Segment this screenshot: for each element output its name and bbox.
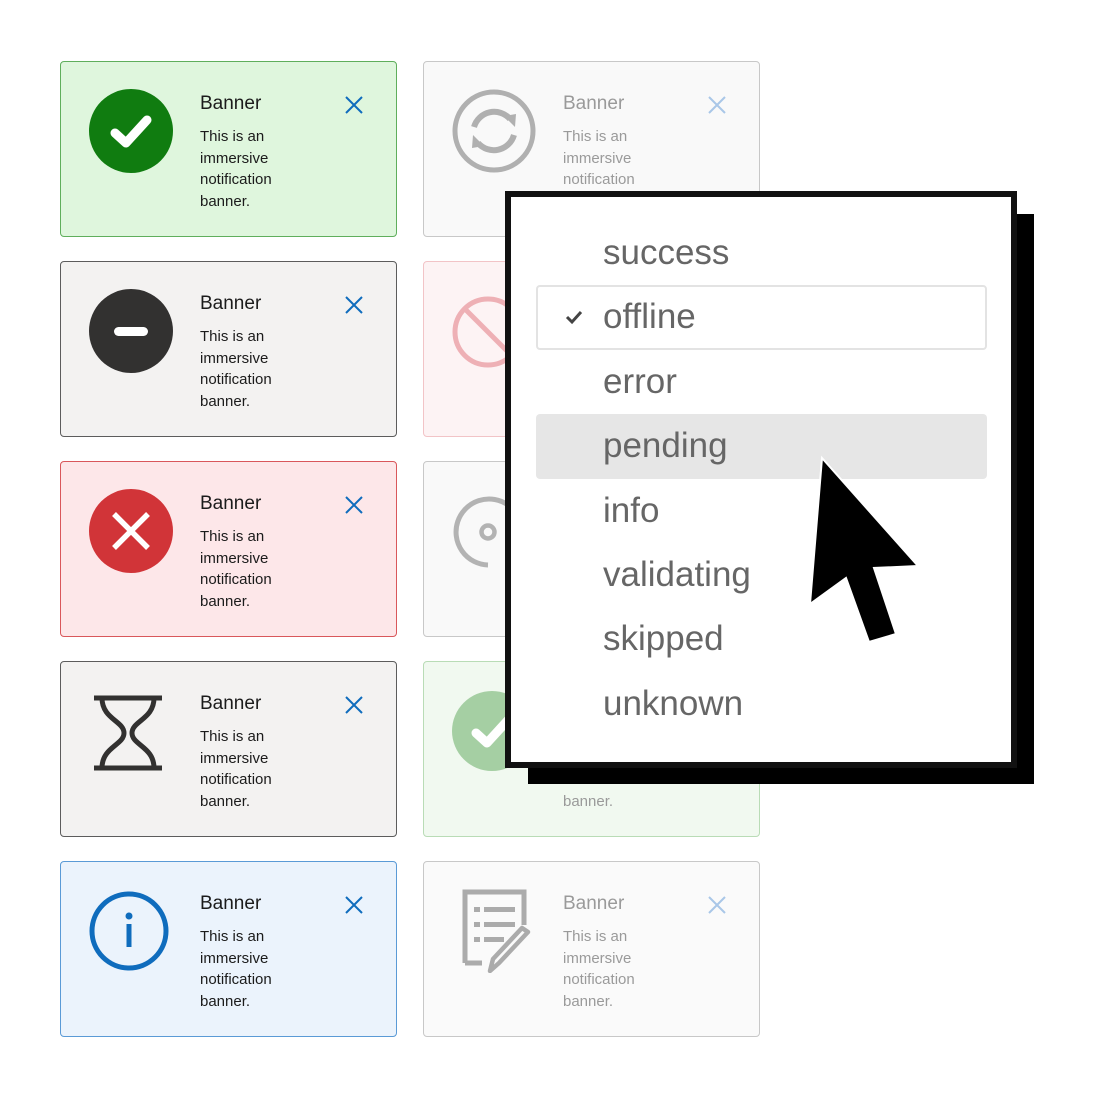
document-edit-icon — [452, 889, 536, 973]
close-icon[interactable] — [344, 95, 364, 115]
banner-info: Banner This is an immersive notification… — [60, 861, 397, 1037]
dropdown-option-success[interactable]: success — [536, 221, 987, 285]
option-label: info — [603, 490, 660, 530]
banner-title: Banner — [563, 893, 625, 914]
checkmark-icon — [565, 309, 583, 325]
hourglass-icon — [89, 689, 173, 773]
close-icon[interactable] — [344, 895, 364, 915]
close-icon[interactable] — [707, 95, 727, 115]
dropdown-option-error[interactable]: error — [536, 350, 987, 414]
dropdown-option-offline[interactable]: offline — [536, 285, 987, 350]
option-label: success — [603, 233, 730, 272]
close-icon[interactable] — [707, 895, 727, 915]
error-circle-icon — [89, 489, 173, 573]
banner-title: Banner — [200, 893, 262, 914]
banner-message: This is an immersive notification banner… — [200, 328, 272, 410]
banner-title: Banner — [200, 93, 262, 114]
info-circle-icon — [89, 889, 173, 973]
banner-offline: Banner This is an immersive notification… — [60, 261, 397, 437]
option-label: offline — [603, 297, 696, 337]
banner-message: This is an immersive notification banner… — [200, 528, 272, 610]
dropdown-option-unknown[interactable]: unknown — [536, 672, 987, 736]
banner-error: Banner This is an immersive notification… — [60, 461, 397, 637]
dropdown-option-validating[interactable]: validating — [536, 543, 987, 607]
dropdown-options: success offline error pending info valid… — [536, 221, 987, 736]
dropdown-option-skipped[interactable]: skipped — [536, 607, 987, 671]
checkmark-circle-icon — [89, 89, 173, 173]
banner-title: Banner — [563, 93, 625, 114]
sync-circle-icon — [452, 89, 536, 173]
option-label: validating — [603, 554, 751, 594]
status-dropdown-menu: success offline error pending info valid… — [505, 191, 1017, 768]
banner-message: This is an immersive notification banner… — [200, 728, 272, 810]
banner-title: Banner — [200, 693, 262, 714]
close-icon[interactable] — [344, 295, 364, 315]
option-label: pending — [603, 426, 728, 466]
option-label: error — [603, 361, 677, 401]
dropdown-option-info[interactable]: info — [536, 479, 987, 543]
close-icon[interactable] — [344, 695, 364, 715]
banner-title: Banner — [200, 293, 262, 314]
option-label: unknown — [603, 683, 744, 723]
banner-pending: Banner This is an immersive notification… — [60, 661, 397, 837]
close-icon[interactable] — [344, 495, 364, 515]
banner-document-faded: Banner This is an immersive notification… — [423, 861, 760, 1037]
dropdown-option-pending[interactable]: pending — [536, 414, 987, 479]
banner-success: Banner This is an immersive notification… — [60, 61, 397, 237]
banner-title: Banner — [200, 493, 262, 514]
minus-circle-icon — [89, 289, 173, 373]
banner-message: This is an immersive notification banner… — [200, 928, 272, 1010]
banner-message: This is an immersive notification banner… — [200, 128, 272, 210]
option-label: skipped — [603, 619, 724, 659]
banner-message: This is an immersive notification banner… — [563, 928, 635, 1010]
